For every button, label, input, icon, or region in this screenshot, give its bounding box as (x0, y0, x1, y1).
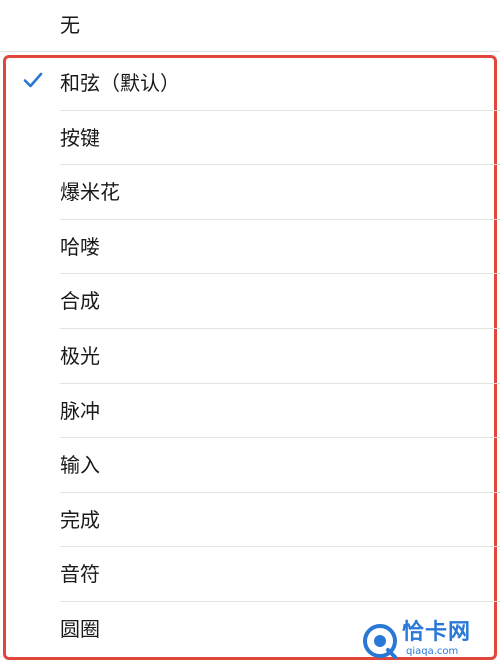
sound-options-list: 和弦（默认） 按键 爆米花 哈喽 合成 极光 脉冲 输入 完成 音符 圆圈 (0, 56, 500, 657)
option-row[interactable]: 合成 (0, 274, 500, 329)
option-label: 圆圈 (60, 616, 100, 641)
option-row[interactable]: 输入 (0, 438, 500, 493)
option-label: 音符 (60, 562, 100, 587)
watermark: 恰卡网 qiaqa.com (362, 617, 492, 663)
option-row[interactable]: 脉冲 (0, 384, 500, 439)
option-label: 完成 (60, 507, 100, 532)
option-label: 爆米花 (60, 180, 120, 205)
option-row[interactable]: 爆米花 (0, 165, 500, 220)
option-label: 合成 (60, 289, 100, 314)
option-label: 输入 (60, 453, 100, 478)
option-row[interactable]: 音符 (0, 547, 500, 602)
option-label: 哈喽 (60, 234, 100, 259)
option-label: 极光 (60, 343, 100, 368)
option-row[interactable]: 完成 (0, 493, 500, 548)
option-row[interactable]: 哈喽 (0, 220, 500, 275)
watermark-domain: qiaqa.com (406, 646, 459, 657)
option-row[interactable]: 和弦（默认） (0, 56, 500, 111)
option-none[interactable]: 无 (0, 0, 500, 52)
option-label: 脉冲 (60, 398, 100, 423)
option-label: 无 (60, 13, 80, 37)
option-row[interactable]: 按键 (0, 111, 500, 166)
checkmark-icon (23, 72, 43, 88)
watermark-brand: 恰卡网 (402, 620, 472, 645)
brand-logo-icon (363, 624, 397, 659)
option-label: 按键 (60, 125, 100, 150)
option-row[interactable]: 极光 (0, 329, 500, 384)
option-label: 和弦（默认） (60, 71, 180, 95)
